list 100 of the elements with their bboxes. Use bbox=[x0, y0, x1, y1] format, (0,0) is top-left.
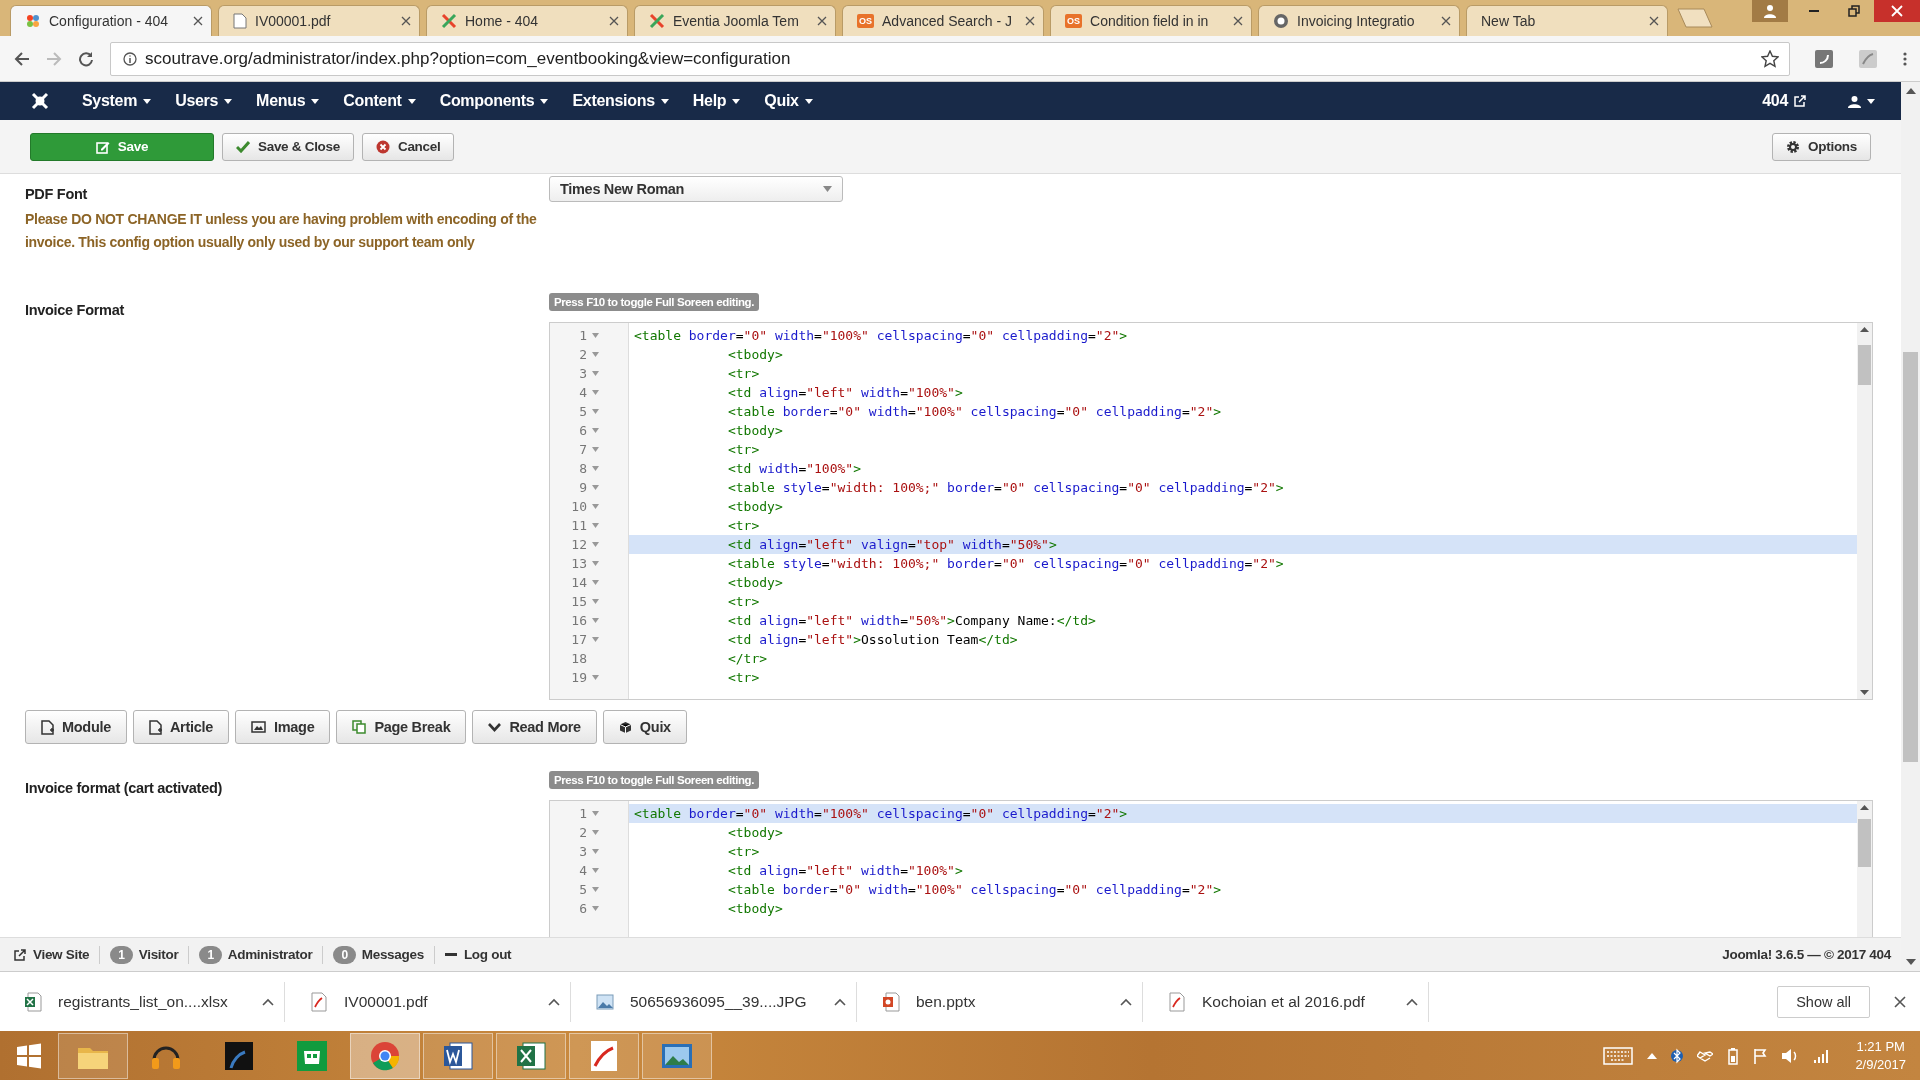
image-file-icon bbox=[596, 993, 614, 1010]
menu-item[interactable]: Extensions bbox=[560, 92, 681, 110]
code-line: <table border="0" width="100%" cellspacing="0" cellpadding="2"> bbox=[726, 403, 1223, 421]
editor-button[interactable]: Page Break bbox=[336, 710, 467, 744]
code-line: <tr> bbox=[726, 517, 761, 535]
editor-button[interactable]: Quix bbox=[602, 710, 687, 744]
code-line: <tbody> bbox=[726, 498, 784, 516]
download-item[interactable]: IV00001.pdf bbox=[310, 981, 571, 1022]
caret-icon bbox=[224, 98, 233, 104]
scroll-down-arrow-icon[interactable] bbox=[1860, 690, 1869, 695]
menu-item[interactable]: Content bbox=[331, 92, 428, 110]
toolbar-button[interactable]: Cancel bbox=[361, 132, 455, 161]
taskbar-button[interactable] bbox=[423, 1032, 493, 1079]
browser-tab[interactable]: New Tab bbox=[1466, 5, 1668, 36]
scrollbar[interactable] bbox=[1857, 323, 1872, 699]
code-line: <td align="left" width="100%"> bbox=[726, 862, 964, 880]
code-line: <td align="left">Ossolution Team</td> bbox=[726, 631, 1019, 649]
taskbar-button[interactable] bbox=[642, 1032, 712, 1079]
code-line: </tr> bbox=[726, 650, 769, 668]
check-icon bbox=[236, 140, 250, 153]
download-item[interactable]: 50656936095__39....JPG bbox=[596, 981, 857, 1022]
menu-item[interactable]: Users bbox=[163, 92, 245, 110]
download-item[interactable]: ben.pptx bbox=[882, 981, 1143, 1022]
status-label: Administrator bbox=[227, 947, 313, 962]
external-link-icon bbox=[1794, 95, 1806, 107]
editor-button[interactable]: Module bbox=[25, 710, 127, 744]
file-plus-icon bbox=[41, 719, 54, 735]
menu-item[interactable]: Help bbox=[680, 92, 753, 110]
line-number: 10 bbox=[571, 499, 587, 514]
line-number: 8 bbox=[579, 461, 587, 476]
browser-tab[interactable]: Invoicing Integratio bbox=[1258, 5, 1460, 36]
line-number: 9 bbox=[579, 480, 587, 495]
show-all-button[interactable]: Show all bbox=[1777, 985, 1870, 1018]
scrollbar-thumb[interactable] bbox=[1858, 345, 1871, 385]
line-number: 16 bbox=[571, 613, 587, 628]
options-button[interactable]: Options bbox=[1772, 132, 1871, 161]
scroll-up-arrow-icon[interactable] bbox=[1860, 805, 1869, 810]
font-dropdown[interactable]: Times New Roman bbox=[549, 176, 843, 202]
code-line: <tbody> bbox=[726, 346, 784, 364]
status-label: Messages bbox=[361, 947, 424, 962]
caret-icon bbox=[732, 98, 741, 104]
browser-tab[interactable]: OS Condition field in in bbox=[1050, 5, 1252, 36]
code-line: <tbody> bbox=[726, 900, 784, 918]
flag-icon bbox=[1753, 1047, 1768, 1064]
person-icon bbox=[1763, 4, 1777, 18]
browser-tab[interactable]: IV00001.pdf bbox=[218, 5, 420, 36]
scrollbar[interactable] bbox=[1857, 801, 1872, 937]
clock-date: 2/9/2017 bbox=[1855, 1055, 1906, 1074]
person-icon bbox=[1848, 94, 1861, 108]
menu-item[interactable]: Components bbox=[427, 92, 561, 110]
editor-button[interactable]: Image bbox=[235, 710, 331, 744]
taskbar-button[interactable] bbox=[496, 1032, 566, 1079]
field-description: Please DO NOT CHANGE IT unless you are having problem with encoding of the invoice. This config option usually only used by our support team only bbox=[25, 210, 538, 252]
line-number: 5 bbox=[579, 404, 587, 419]
browser-tab[interactable]: Home - 404 bbox=[426, 5, 628, 36]
toolbar-button[interactable]: Save & Close bbox=[222, 132, 354, 161]
scrollbar[interactable] bbox=[1901, 82, 1920, 971]
back-arrow-icon bbox=[14, 50, 30, 67]
editor-button[interactable]: Article bbox=[132, 710, 229, 744]
code-line: <tr> bbox=[726, 669, 761, 687]
site-link[interactable]: 404 bbox=[1750, 92, 1818, 110]
line-number: 19 bbox=[571, 670, 587, 685]
code-line: <table style="width: 100%;" border="0" cellspacing="0" cellpadding="2"> bbox=[726, 555, 1285, 573]
toolbar-button[interactable]: Save bbox=[30, 132, 214, 161]
address-field[interactable]: scoutrave.org/administrator/index.php?option=com_eventbooking&view=configuration bbox=[110, 41, 1790, 76]
profile-button[interactable] bbox=[1752, 0, 1788, 22]
logout-link[interactable]: Log out bbox=[444, 947, 512, 962]
settings-icon bbox=[1786, 139, 1801, 154]
close-icon bbox=[1441, 16, 1451, 26]
document-icon bbox=[233, 13, 247, 29]
close-button[interactable] bbox=[1874, 0, 1920, 22]
scroll-up-arrow-icon[interactable] bbox=[1905, 88, 1916, 94]
code-line: <tr> bbox=[726, 441, 761, 459]
scrollbar-thumb[interactable] bbox=[1903, 352, 1918, 762]
line-number: 5 bbox=[579, 882, 587, 897]
chevron-up-icon bbox=[834, 997, 846, 1006]
line-number: 6 bbox=[579, 901, 587, 916]
download-item[interactable]: registrants_list_on....xlsx bbox=[24, 981, 285, 1022]
scroll-up-arrow-icon[interactable] bbox=[1860, 327, 1869, 332]
scrollbar-thumb[interactable] bbox=[1858, 819, 1871, 867]
clock-time: 1:21 PM bbox=[1856, 1037, 1905, 1056]
taskbar-button[interactable] bbox=[569, 1032, 639, 1079]
editor-button[interactable]: Read More bbox=[472, 710, 597, 744]
menu-item[interactable]: Quix bbox=[752, 92, 825, 110]
count-badge: 1 bbox=[199, 945, 222, 964]
download-item[interactable]: Kochoian et al 2016.pdf bbox=[1168, 981, 1429, 1022]
browser-tab[interactable]: OS Advanced Search - J bbox=[842, 5, 1044, 36]
line-number: 2 bbox=[579, 825, 587, 840]
menu-item[interactable]: System bbox=[70, 92, 164, 110]
browser-tab[interactable]: Eventia Joomla Tem bbox=[634, 5, 836, 36]
cancel-icon bbox=[375, 139, 390, 154]
menu-item[interactable]: Menus bbox=[244, 92, 332, 110]
line-number: 17 bbox=[571, 632, 587, 647]
code-line: <table border="0" width="100%" cellspacing="0" cellpadding="2"> bbox=[726, 881, 1223, 899]
view-site-link[interactable]: View Site bbox=[14, 947, 90, 962]
browser-tab[interactable]: Configuration - 404 bbox=[10, 5, 212, 36]
scroll-down-arrow-icon[interactable] bbox=[1905, 959, 1916, 965]
caret-icon bbox=[311, 98, 320, 104]
code-line: <tbody> bbox=[726, 422, 784, 440]
close-icon bbox=[1891, 5, 1903, 17]
